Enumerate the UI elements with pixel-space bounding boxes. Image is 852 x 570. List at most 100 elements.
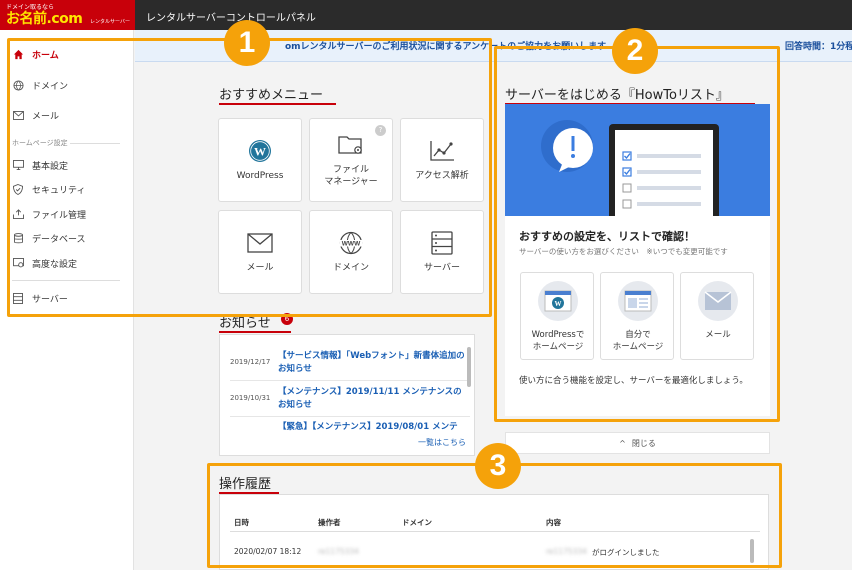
- panel-title: レンタルサーバーコントロールパネル: [146, 13, 316, 24]
- svg-text:WWW: WWW: [342, 241, 361, 248]
- tile-domain[interactable]: WWW ドメイン: [309, 210, 393, 294]
- wordpress-page-icon: W: [538, 281, 578, 321]
- card-label: メール: [705, 330, 731, 340]
- sidebar-item-label: ドメイン: [32, 81, 69, 92]
- sidebar-item-label: ホーム: [32, 50, 59, 61]
- cell-action-user: re1175334: [546, 547, 587, 556]
- server-icon: [431, 230, 453, 256]
- tile-wordpress[interactable]: W WordPress: [218, 118, 302, 202]
- advanced-icon: [12, 257, 24, 269]
- news-item[interactable]: 2019/12/17 【サービス情報】「Webフォント」新書体追加のお知らせ: [230, 345, 470, 381]
- sidebar-item-label: データベース: [32, 234, 86, 245]
- howto-card-own-homepage[interactable]: 自分で ホームページ: [600, 272, 674, 360]
- sidebar-item-label: サーバー: [32, 294, 68, 305]
- sidebar-item-domain[interactable]: ドメイン: [0, 75, 134, 95]
- news-link[interactable]: 【サービス情報】「Webフォント」新書体追加のお知らせ: [278, 350, 466, 376]
- mail-icon: [12, 109, 24, 121]
- sidebar-item-database[interactable]: データベース: [0, 228, 134, 248]
- sidebar-item-label: セキュリティ: [32, 185, 86, 196]
- tile-server[interactable]: サーバー: [400, 210, 484, 294]
- notice-text: omレンタルサーバーのご利用状況に関するアンケートのご協力をお願いします: [285, 42, 607, 52]
- news-item[interactable]: 2019/10/31 【メンテナンス】2019/11/11 メンテナンスのお知ら…: [230, 381, 470, 417]
- close-label: 閉じる: [631, 438, 656, 448]
- wordpress-icon: W: [248, 138, 272, 164]
- column-header-datetime: 日時: [234, 518, 249, 527]
- news-date: 2019/10/31: [230, 394, 271, 402]
- news-title: お知らせ: [219, 316, 271, 331]
- cell-operator: re1175334: [318, 547, 359, 556]
- recommended-menu-title: おすすめメニュー: [219, 88, 324, 103]
- sidebar-item-file-management[interactable]: ファイル管理: [0, 204, 134, 224]
- howto-footer-text: 使い方に合う機能を設定し、サーバーを最適化しましょう。: [519, 376, 748, 386]
- callout-number-2: 2: [612, 28, 658, 74]
- logo[interactable]: ドメイン取るなら お名前.com レンタルサーバー: [0, 0, 135, 30]
- card-label: WordPressで ホームページ: [531, 330, 585, 352]
- howto-subtitle: サーバーの使い方をお選びください ※いつでも変更可能です: [519, 247, 728, 256]
- news-item[interactable]: 【緊急】【メンテナンス】2019/08/01 メンテ: [230, 417, 470, 431]
- callout-number-3: 3: [475, 443, 521, 489]
- tile-label: サーバー: [424, 263, 460, 273]
- section-divider: [70, 143, 120, 144]
- history-table: 日時 操作者 ドメイン 内容 2020/02/07 18:12 re117533…: [219, 494, 769, 570]
- sidebar-item-label: 基本設定: [32, 161, 69, 172]
- callout-number-1: 1: [224, 20, 270, 66]
- monitor-icon: [12, 159, 24, 171]
- folder-gear-icon: [338, 132, 364, 158]
- howto-title: サーバーをはじめる『HowToリスト』: [505, 88, 729, 103]
- howto-close-button[interactable]: ^ 閉じる: [505, 432, 770, 454]
- news-count-badge: 6: [281, 313, 293, 325]
- news-more-link[interactable]: 一覧はこちら: [418, 437, 466, 448]
- header-divider: [230, 531, 760, 532]
- howto-heading: おすすめの設定を、リストで確認！: [519, 230, 695, 243]
- mail-icon: [698, 281, 738, 321]
- news-date: 2019/12/17: [230, 358, 271, 366]
- news-link[interactable]: 【緊急】【メンテナンス】2019/08/01 メンテ: [278, 421, 466, 431]
- database-icon: [12, 232, 24, 244]
- card-label: 自分で ホームページ: [612, 330, 664, 352]
- sidebar-item-basic-settings[interactable]: 基本設定: [0, 155, 134, 175]
- tile-label: ファイル マネージャー: [324, 165, 378, 187]
- help-icon[interactable]: ?: [375, 125, 386, 136]
- tile-mail[interactable]: メール: [218, 210, 302, 294]
- howto-panel: おすすめの設定を、リストで確認！ サーバーの使い方をお選びください ※いつでも変…: [505, 104, 770, 416]
- sidebar-item-label: メール: [32, 111, 60, 122]
- shield-icon: [12, 183, 24, 195]
- webpage-icon: [618, 281, 658, 321]
- news-link[interactable]: 【メンテナンス】2019/11/11 メンテナンスのお知らせ: [278, 386, 466, 412]
- cell-action: がログインしました: [592, 548, 660, 557]
- title-underline: [219, 331, 291, 333]
- logo-subtitle: レンタルサーバー: [90, 19, 130, 25]
- howto-card-mail[interactable]: メール: [680, 272, 754, 360]
- tile-label: アクセス解析: [415, 171, 469, 181]
- sidebar-item-advanced-settings[interactable]: 高度な設定: [0, 253, 134, 273]
- logo-brand: お名前.com: [6, 11, 83, 27]
- sidebar-item-home[interactable]: ホーム: [0, 44, 134, 64]
- column-header-action: 内容: [546, 518, 561, 527]
- howto-illustration: [505, 104, 770, 216]
- column-header-domain: ドメイン: [402, 518, 432, 527]
- www-icon: WWW: [339, 230, 363, 256]
- title-underline: [219, 103, 336, 105]
- tile-label: メール: [246, 263, 274, 273]
- upload-icon: [12, 208, 24, 220]
- tile-file-manager[interactable]: ? ファイル マネージャー: [309, 118, 393, 202]
- sidebar-item-security[interactable]: セキュリティ: [0, 179, 134, 199]
- mail-icon: [247, 230, 273, 256]
- sidebar-item-label: 高度な設定: [32, 259, 78, 270]
- tile-label: WordPress: [236, 171, 284, 181]
- howto-card-wordpress[interactable]: W WordPressで ホームページ: [520, 272, 594, 360]
- tile-access-analysis[interactable]: アクセス解析: [400, 118, 484, 202]
- history-title: 操作履歴: [219, 477, 272, 492]
- tile-label: ドメイン: [332, 263, 369, 273]
- sidebar-item-mail[interactable]: メール: [0, 105, 134, 125]
- chart-icon: [429, 138, 455, 164]
- svg-text:W: W: [254, 145, 266, 159]
- globe-icon: [12, 79, 24, 91]
- sidebar-item-label: ファイル管理: [32, 210, 87, 221]
- chevron-up-icon: ^: [619, 438, 626, 448]
- cell-datetime: 2020/02/07 18:12: [234, 547, 302, 556]
- history-scrollbar[interactable]: [750, 539, 754, 563]
- sidebar-item-server[interactable]: サーバー: [0, 288, 134, 308]
- notice-time: 回答時間：1分程度): [785, 42, 852, 52]
- news-scrollbar[interactable]: [467, 347, 471, 387]
